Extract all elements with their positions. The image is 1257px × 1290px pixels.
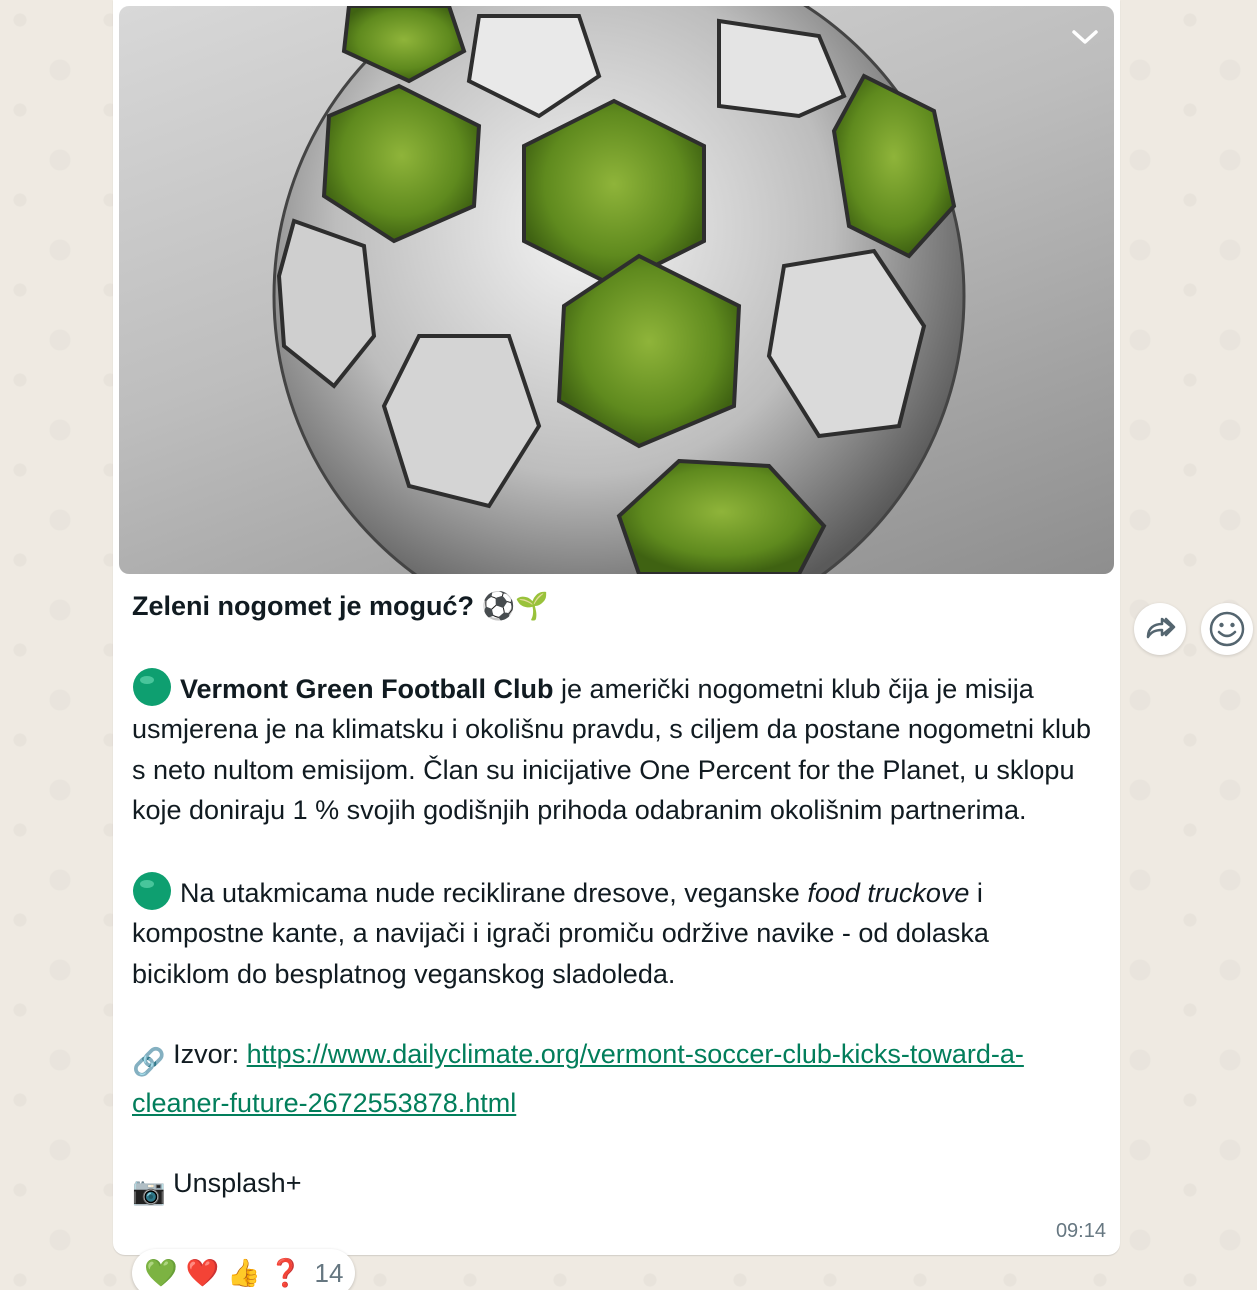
chevron-down-icon[interactable] <box>1070 22 1100 52</box>
photo-credit-line: 📷 Unsplash+ <box>132 1163 1092 1212</box>
green-heart-reaction: 💚 <box>144 1258 178 1288</box>
question-mark-reaction: ❓ <box>268 1258 303 1288</box>
message-bubble[interactable]: Zeleni nogomet je moguć? ⚽🌱 Vermont Gree… <box>113 0 1120 1255</box>
message-image[interactable] <box>119 6 1114 574</box>
red-heart-reaction: ❤️ <box>185 1258 220 1288</box>
smiley-icon <box>1209 611 1245 647</box>
paragraph-2: Na utakmicama nude reciklirane dresove, … <box>132 871 1092 995</box>
message-text: Zeleni nogomet je moguć? ⚽🌱 Vermont Gree… <box>132 586 1092 1212</box>
source-line: 🔗 Izvor: https://www.dailyclimate.org/ve… <box>132 1034 1092 1123</box>
source-link[interactable]: https://www.dailyclimate.org/vermont-soc… <box>132 1039 1024 1118</box>
message-title: Zeleni nogomet je moguć? ⚽🌱 <box>132 591 549 621</box>
thumbs-up-reaction: 👍 <box>227 1258 261 1288</box>
green-circle-icon <box>133 667 171 706</box>
link-icon: 🔗 <box>132 1047 166 1077</box>
green-circle-icon <box>133 871 171 910</box>
react-button[interactable] <box>1201 603 1253 655</box>
paragraph-1: Vermont Green Football Club je američki … <box>132 667 1092 831</box>
forward-button[interactable] <box>1134 603 1186 655</box>
camera-icon: 📷 <box>132 1176 166 1206</box>
message-time: 09:14 <box>1055 1220 1106 1242</box>
paragraph-2-italic: food truckove <box>807 877 970 908</box>
forward-icon <box>1146 617 1176 639</box>
paragraph-2-start: Na utakmicama nude reciklirane dresove, … <box>180 877 808 908</box>
photo-credit: Unsplash+ <box>173 1168 302 1198</box>
club-name: Vermont Green Football Club <box>180 673 554 704</box>
source-label: Izvor: <box>173 1039 247 1069</box>
football-plant-illustration <box>272 6 966 574</box>
reactions-bar[interactable]: 💚 ❤️ 👍 ❓ 14 <box>132 1249 356 1290</box>
reaction-count: 14 <box>314 1257 344 1288</box>
